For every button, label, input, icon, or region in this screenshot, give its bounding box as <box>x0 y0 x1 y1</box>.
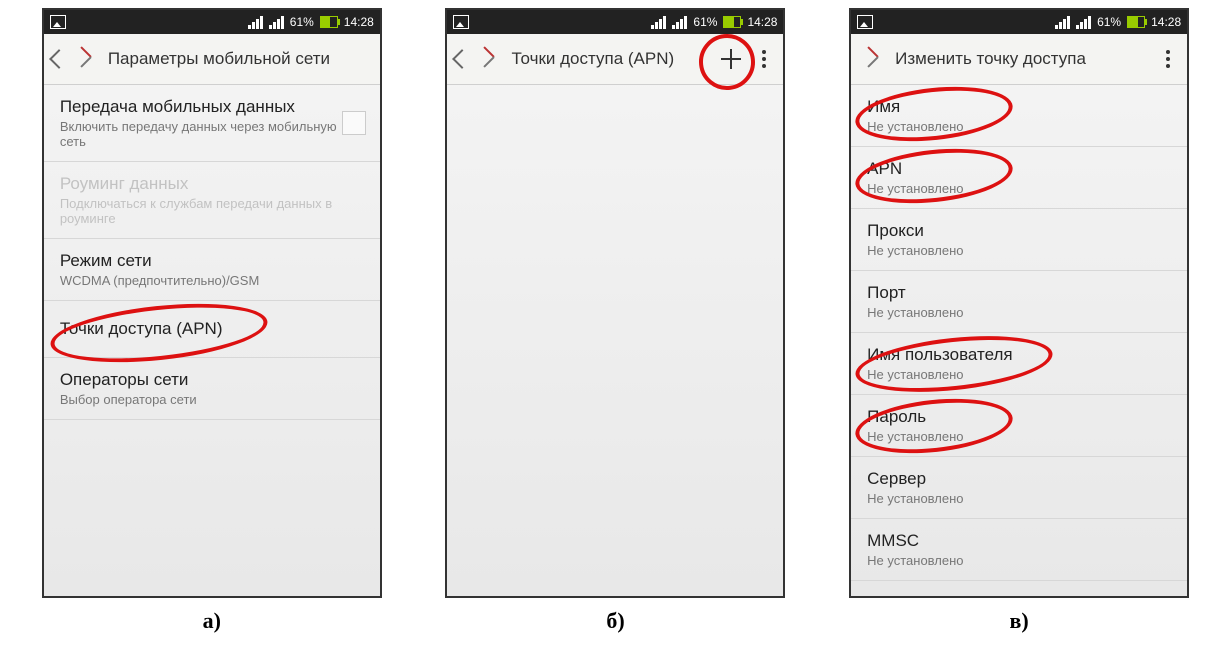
signal-icon <box>651 16 666 29</box>
phone-a: 61% 14:28 Параметры мобильной сети Перед… <box>42 8 382 598</box>
battery-text: 61% <box>1097 15 1121 29</box>
back-icon[interactable] <box>453 49 473 69</box>
list-item-port[interactable]: Порт Не установлено <box>851 271 1187 333</box>
checkbox[interactable] <box>342 111 366 135</box>
clock-text: 14:28 <box>1151 15 1181 29</box>
signal-icon <box>1076 16 1091 29</box>
battery-text: 61% <box>290 15 314 29</box>
signal-icon <box>672 16 687 29</box>
caption-a: a) <box>203 608 221 634</box>
phone-b: 61% 14:28 Точки доступа (APN) <box>445 8 785 598</box>
statusbar: 61% 14:28 <box>44 10 380 34</box>
actionbar: Изменить точку доступа <box>851 34 1187 85</box>
statusbar: 61% 14:28 <box>851 10 1187 34</box>
signal-icon <box>248 16 263 29</box>
overflow-menu-button[interactable] <box>759 47 769 71</box>
list-item-proxy[interactable]: Прокси Не установлено <box>851 209 1187 271</box>
apn-edit-list: Имя Не установлено APN Не установлено Пр… <box>851 85 1187 597</box>
battery-icon <box>1127 16 1145 28</box>
list-item-name[interactable]: Имя Не установлено <box>851 85 1187 147</box>
list-item-network-mode[interactable]: Режим сети WCDMA (предпочтительно)/GSM <box>44 239 380 301</box>
caption-c: в) <box>1010 608 1029 634</box>
list-item-apn[interactable]: Точки доступа (APN) <box>44 301 380 358</box>
list-item-server[interactable]: Сервер Не установлено <box>851 457 1187 519</box>
signal-icon <box>269 16 284 29</box>
clock-text: 14:28 <box>747 15 777 29</box>
battery-icon <box>723 16 741 28</box>
list-item-username[interactable]: Имя пользователя Не установлено <box>851 333 1187 395</box>
overflow-menu-button[interactable] <box>1163 47 1173 71</box>
clock-text: 14:28 <box>344 15 374 29</box>
screenshot-icon <box>857 15 873 29</box>
signal-icon <box>1055 16 1070 29</box>
actionbar: Параметры мобильной сети <box>44 34 380 85</box>
settings-icon <box>76 48 98 70</box>
apn-list-empty <box>447 85 783 597</box>
battery-icon <box>320 16 338 28</box>
screenshot-icon <box>453 15 469 29</box>
list-item-mobile-data[interactable]: Передача мобильных данных Включить перед… <box>44 85 380 162</box>
list-item-roaming: Роуминг данных Подключаться к службам пе… <box>44 162 380 239</box>
settings-list: Передача мобильных данных Включить перед… <box>44 85 380 597</box>
list-item-apn[interactable]: APN Не установлено <box>851 147 1187 209</box>
list-item-mmsc[interactable]: MMSC Не установлено <box>851 519 1187 581</box>
list-item-password[interactable]: Пароль Не установлено <box>851 395 1187 457</box>
statusbar: 61% 14:28 <box>447 10 783 34</box>
settings-icon <box>863 48 885 70</box>
list-item-operators[interactable]: Операторы сети Выбор оператора сети <box>44 358 380 420</box>
page-title: Параметры мобильной сети <box>108 49 372 69</box>
back-icon[interactable] <box>49 49 69 69</box>
battery-text: 61% <box>693 15 717 29</box>
screenshot-icon <box>50 15 66 29</box>
page-title: Изменить точку доступа <box>895 49 1153 69</box>
page-title: Точки доступа (APN) <box>511 49 711 69</box>
caption-b: б) <box>606 608 624 634</box>
settings-icon <box>479 48 501 70</box>
add-apn-button[interactable] <box>721 49 741 69</box>
phone-c: 61% 14:28 Изменить точку доступа Имя Не … <box>849 8 1189 598</box>
actionbar: Точки доступа (APN) <box>447 34 783 85</box>
